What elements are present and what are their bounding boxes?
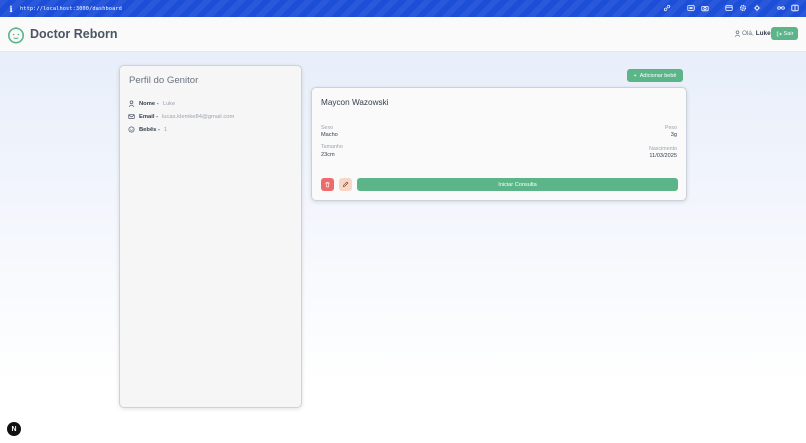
trash-icon — [325, 182, 330, 188]
plus-icon: + — [633, 72, 637, 79]
browser-toolbar: i http://localhost:3000/dashboard — [0, 0, 806, 17]
baby-face-logo-icon[interactable] — [7, 26, 25, 44]
size-value: 23cm — [321, 152, 335, 158]
logout-label: Sair — [783, 30, 794, 37]
link-icon[interactable] — [662, 3, 672, 13]
parent-profile-card: Perfil do Genitor Nome - Luke Email - lu… — [119, 65, 302, 408]
greeting-prefix: Olá, — [742, 30, 754, 37]
sidebar-icon[interactable] — [790, 3, 800, 13]
logout-icon — [776, 31, 782, 36]
profile-title: Perfil do Genitor — [129, 75, 199, 86]
profile-label: Nome - — [139, 100, 159, 107]
size-label: Tamanho — [321, 144, 343, 150]
screen-icon[interactable] — [686, 3, 696, 13]
camera-icon[interactable] — [700, 3, 710, 13]
settings-icon[interactable] — [738, 3, 748, 13]
user-greeting: Olá, Luke — [734, 30, 771, 37]
user-name: Luke — [755, 30, 771, 37]
add-baby-button[interactable]: + Adicionar bebê — [627, 69, 683, 82]
pencil-icon — [342, 181, 349, 188]
user-icon — [128, 100, 135, 107]
profile-label: Email - — [139, 113, 159, 120]
start-consultation-label: Iniciar Consulta — [498, 181, 537, 188]
mail-icon — [128, 114, 135, 119]
profile-value: Luke — [162, 100, 176, 107]
baby-card: Maycon Wazowski Sexo Macho Peso 3g Taman… — [311, 87, 687, 201]
user-icon — [734, 30, 741, 37]
birth-label: Nascimento — [649, 146, 677, 152]
weight-value: 3g — [670, 132, 677, 138]
profile-value: 1 — [163, 126, 168, 133]
brand-name[interactable]: Doctor Reborn — [30, 27, 118, 41]
add-baby-label: Adicionar bebê — [639, 72, 677, 79]
baby-icon — [128, 126, 135, 133]
profile-label: Bebês - — [139, 126, 160, 133]
delete-baby-button[interactable] — [321, 178, 334, 191]
birth-value: 11/03/2025 — [649, 153, 677, 159]
profile-row-name: Nome - Luke — [128, 100, 175, 107]
window-icon[interactable] — [724, 3, 734, 13]
nextjs-dev-badge[interactable]: N — [7, 422, 21, 436]
start-consultation-button[interactable]: Iniciar Consulta — [357, 178, 678, 191]
address-bar[interactable]: http://localhost:3000/dashboard — [20, 6, 122, 12]
logout-button[interactable]: Sair — [771, 27, 798, 40]
info-icon[interactable]: i — [6, 4, 16, 14]
sex-label: Sexo — [321, 125, 334, 131]
app-header: Doctor Reborn Olá, Luke Sair — [0, 17, 806, 52]
baby-name: Maycon Wazowski — [321, 98, 389, 107]
sex-value: Macho — [321, 132, 338, 138]
weight-label: Peso — [664, 125, 677, 131]
profile-row-email: Email - lucas.klemke84@gmail.com — [128, 113, 234, 120]
profile-row-babies: Bebês - 1 — [128, 126, 167, 133]
profile-value: lucas.klemke84@gmail.com — [162, 113, 235, 120]
edit-baby-button[interactable] — [339, 178, 352, 191]
glasses-icon[interactable] — [776, 3, 786, 13]
extension-icon[interactable] — [752, 3, 762, 13]
